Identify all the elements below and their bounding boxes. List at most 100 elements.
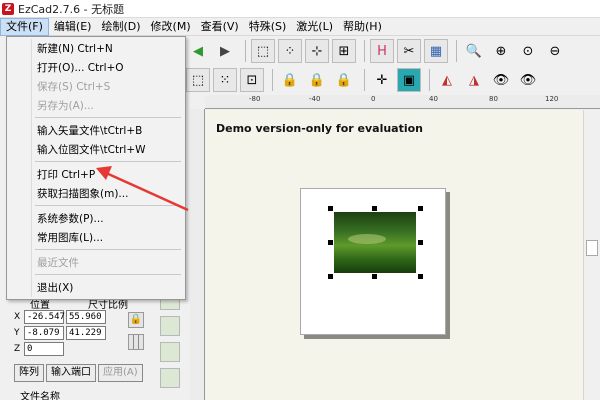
array-icon[interactable]: ⊹ <box>305 39 329 63</box>
selection-handle[interactable] <box>328 206 333 211</box>
toolbar-separator <box>429 69 430 91</box>
demo-watermark-text: Demo version-only for evaluation <box>216 122 424 135</box>
menu-bar: 文件(F) 编辑(E) 绘制(D) 修改(M) 查看(V) 特殊(S) 激光(L… <box>0 17 600 36</box>
selection-handle[interactable] <box>418 206 423 211</box>
scrollbar-thumb[interactable] <box>586 240 598 256</box>
select-frame-icon[interactable]: ⊡ <box>240 68 264 92</box>
lock-icon-3[interactable]: 🔒 <box>332 68 356 92</box>
selection-handle[interactable] <box>418 274 423 279</box>
zoom-fit-icon[interactable]: ⊙ <box>516 39 540 63</box>
selection-handle[interactable] <box>328 274 333 279</box>
main-toolbar: ◀ ▶ ⬚ ⁘ ⊹ ⊞ H ✂ ▦ 🔍 ⊕ ⊙ ⊖ <box>186 37 600 65</box>
x-axis-label: X <box>14 312 21 322</box>
menu-separator <box>35 274 181 275</box>
selection-handle[interactable] <box>418 240 423 245</box>
mirror-h-icon[interactable]: ◭ <box>435 68 459 92</box>
zoom-icon[interactable]: 🔍 <box>462 39 486 63</box>
menu-separator <box>35 205 181 206</box>
image-icon[interactable] <box>160 316 180 336</box>
mirror-v-icon[interactable]: ◮ <box>462 68 486 92</box>
zoom-out-icon[interactable]: ⊖ <box>543 39 567 63</box>
select-icon[interactable]: ⬚ <box>251 39 275 63</box>
menu-print[interactable]: 打印 Ctrl+P <box>37 167 95 182</box>
lock-icon[interactable]: 🔒 <box>278 68 302 92</box>
menu-separator <box>35 117 181 118</box>
menu-save[interactable]: 保存(S) Ctrl+S <box>37 79 110 94</box>
lock-icon-2[interactable]: 🔒 <box>305 68 329 92</box>
selection-handle[interactable] <box>328 240 333 245</box>
vector-icon[interactable] <box>160 342 180 362</box>
z-axis-label: Z <box>14 344 21 354</box>
menu-acquire-scan[interactable]: 获取扫描图象(m)... <box>37 186 128 201</box>
menu-system-params[interactable]: 系统参数(P)... <box>37 211 104 226</box>
y-row: Y -8.079 41.229 <box>14 326 108 340</box>
menu-exit[interactable]: 退出(X) <box>37 280 73 295</box>
file-menu-dropdown: 新建(N) Ctrl+N 打开(O)... Ctrl+O 保存(S) Ctrl+… <box>6 36 186 300</box>
drawing-canvas[interactable]: Demo version-only for evaluation <box>206 110 583 400</box>
ruler-label: -40 <box>309 95 321 103</box>
menu-draw[interactable]: 绘制(D) <box>96 18 145 36</box>
menu-laser[interactable]: 激光(L) <box>291 18 338 36</box>
vertical-ruler <box>190 109 205 400</box>
array-button[interactable]: 阵列 <box>14 364 44 382</box>
select-all-icon[interactable]: ⬚ <box>186 68 210 92</box>
grid-icon[interactable]: ▦ <box>424 39 448 63</box>
menu-import-vector[interactable]: 输入矢量文件\tCtrl+B <box>37 123 142 138</box>
input-port-button[interactable]: 输入端口 <box>46 364 96 382</box>
menu-recent-files[interactable]: 最近文件 <box>37 255 79 270</box>
ruler-label: 80 <box>489 95 498 103</box>
selection-handle[interactable] <box>372 274 377 279</box>
menu-special[interactable]: 特殊(S) <box>244 18 292 36</box>
menu-help[interactable]: 帮助(H) <box>338 18 387 36</box>
node-edit-icon[interactable]: ⁘ <box>278 39 302 63</box>
menu-separator <box>35 249 181 250</box>
h-char-icon[interactable]: H <box>370 39 394 63</box>
y-position-field[interactable]: -8.079 <box>24 326 64 340</box>
apply-button[interactable]: 应用(A) <box>98 364 143 382</box>
ruler-label: 0 <box>371 95 376 103</box>
z-field[interactable]: 0 <box>24 342 64 356</box>
menu-new[interactable]: 新建(N) Ctrl+N <box>37 41 113 56</box>
menu-separator <box>35 161 181 162</box>
file-name-label: 文件名称 <box>20 392 60 400</box>
forward-icon[interactable]: ▶ <box>213 39 237 63</box>
x-size-field[interactable]: 55.960 <box>66 310 106 324</box>
vertical-scrollbar[interactable] <box>583 110 600 400</box>
z-row: Z 0 <box>14 342 66 356</box>
x-row: X -26.547 55.960 <box>14 310 108 324</box>
menu-save-as[interactable]: 另存为(A)... <box>37 98 94 113</box>
back-icon[interactable]: ◀ <box>186 39 210 63</box>
select-node-icon[interactable]: ⁙ <box>213 68 237 92</box>
view-icon[interactable]: 👁 <box>489 68 513 92</box>
menu-open[interactable]: 打开(O)... Ctrl+O <box>37 60 124 75</box>
toolbar-separator <box>272 69 273 91</box>
menu-view[interactable]: 查看(V) <box>196 18 244 36</box>
zoom-in-icon[interactable]: ⊕ <box>489 39 513 63</box>
barcode-icon[interactable] <box>160 368 180 388</box>
x-position-field[interactable]: -26.547 <box>24 310 65 324</box>
selection-handle[interactable] <box>372 206 377 211</box>
color-icon[interactable]: ▣ <box>397 68 421 92</box>
crosshair-icon[interactable]: ✛ <box>370 68 394 92</box>
ruler-label: 120 <box>545 95 559 103</box>
side-icon-column <box>160 290 184 400</box>
anchor-grid-icon[interactable] <box>128 334 144 350</box>
bottom-button-row: 阵列 输入端口 应用(A) <box>14 364 143 382</box>
ruler-label: 40 <box>429 95 438 103</box>
menu-import-bitmap[interactable]: 输入位图文件\tCtrl+W <box>37 142 146 157</box>
view-icon-2[interactable]: 👁 <box>516 68 540 92</box>
lock-ratio-icon[interactable]: 🔒 <box>128 312 144 328</box>
group-icon[interactable]: ⊞ <box>332 39 356 63</box>
y-axis-label: Y <box>14 328 20 338</box>
secondary-toolbar: ⬚ ⁙ ⊡ 🔒 🔒 🔒 ✛ ▣ ◭ ◮ 👁 👁 <box>186 66 600 94</box>
menu-modify[interactable]: 修改(M) <box>146 18 196 36</box>
horizontal-ruler: -80 -40 0 40 80 120 <box>205 95 600 109</box>
window-title: EzCad2.7.6 - 无标题 <box>18 2 125 16</box>
menu-library[interactable]: 常用图库(L)... <box>37 230 103 245</box>
menu-edit[interactable]: 编辑(E) <box>49 18 97 36</box>
toolbar-separator <box>245 40 246 62</box>
tool-icon[interactable]: ✂ <box>397 39 421 63</box>
menu-file[interactable]: 文件(F) <box>0 17 49 36</box>
y-size-field[interactable]: 41.229 <box>66 326 106 340</box>
bitmap-image[interactable] <box>334 212 416 273</box>
